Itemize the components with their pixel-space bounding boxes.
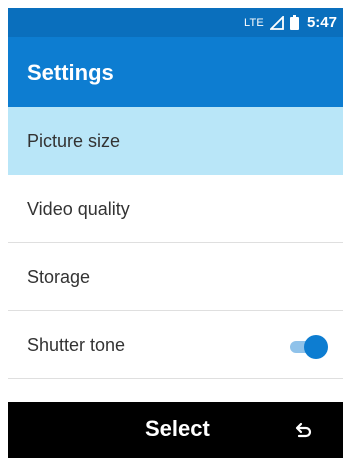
settings-item-label: Shutter tone xyxy=(27,335,126,355)
back-icon[interactable] xyxy=(294,420,314,440)
settings-item-label: Storage xyxy=(27,267,91,287)
app-bar: Settings xyxy=(8,37,343,107)
select-softkey[interactable]: Select xyxy=(145,416,210,442)
page-title: Settings xyxy=(27,60,114,85)
settings-item-storage[interactable]: Storage xyxy=(8,243,343,311)
softkey-bar: Select xyxy=(8,402,343,458)
settings-list: Picture size Video quality Storage Shutt… xyxy=(8,107,343,379)
clock-time: 5:47 xyxy=(306,14,337,31)
settings-item-label: Picture size xyxy=(27,131,121,151)
toggle-thumb xyxy=(304,335,328,359)
settings-item-shutter-tone[interactable]: Shutter tone xyxy=(8,311,343,379)
settings-item-video-quality[interactable]: Video quality xyxy=(8,175,343,243)
network-type-label: LTE xyxy=(244,16,264,29)
status-indicators: LTE 5:47 xyxy=(244,8,337,37)
settings-item-picture-size[interactable]: Picture size xyxy=(8,107,343,175)
settings-item-label: Video quality xyxy=(27,199,130,219)
battery-icon xyxy=(289,15,299,30)
status-bar: LTE 5:47 xyxy=(8,8,343,37)
camera-settings-screen: LTE 5:47 Settings Picture size Video qua… xyxy=(8,8,343,458)
signal-strength-icon xyxy=(269,15,284,30)
shutter-tone-toggle[interactable] xyxy=(290,335,328,359)
